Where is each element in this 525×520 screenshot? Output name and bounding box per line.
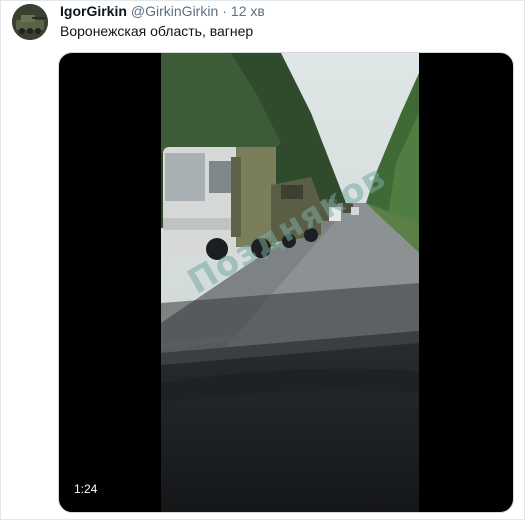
timestamp[interactable]: 12 хв xyxy=(231,3,265,19)
video-player[interactable]: Позднякoв 1:24 xyxy=(58,52,514,513)
separator-dot: · xyxy=(222,3,227,19)
display-name[interactable]: IgorGirkin xyxy=(60,3,127,19)
tweet-text: Воронежская область, вагнер xyxy=(60,23,254,39)
video-frame: Позднякoв xyxy=(161,53,419,512)
video-still-image xyxy=(161,53,419,512)
avatar[interactable] xyxy=(12,4,48,40)
video-duration: 1:24 xyxy=(69,480,103,498)
user-handle[interactable]: @GirkinGirkin xyxy=(131,3,218,19)
tweet-header: IgorGirkin @GirkinGirkin · 12 хв xyxy=(60,3,265,23)
